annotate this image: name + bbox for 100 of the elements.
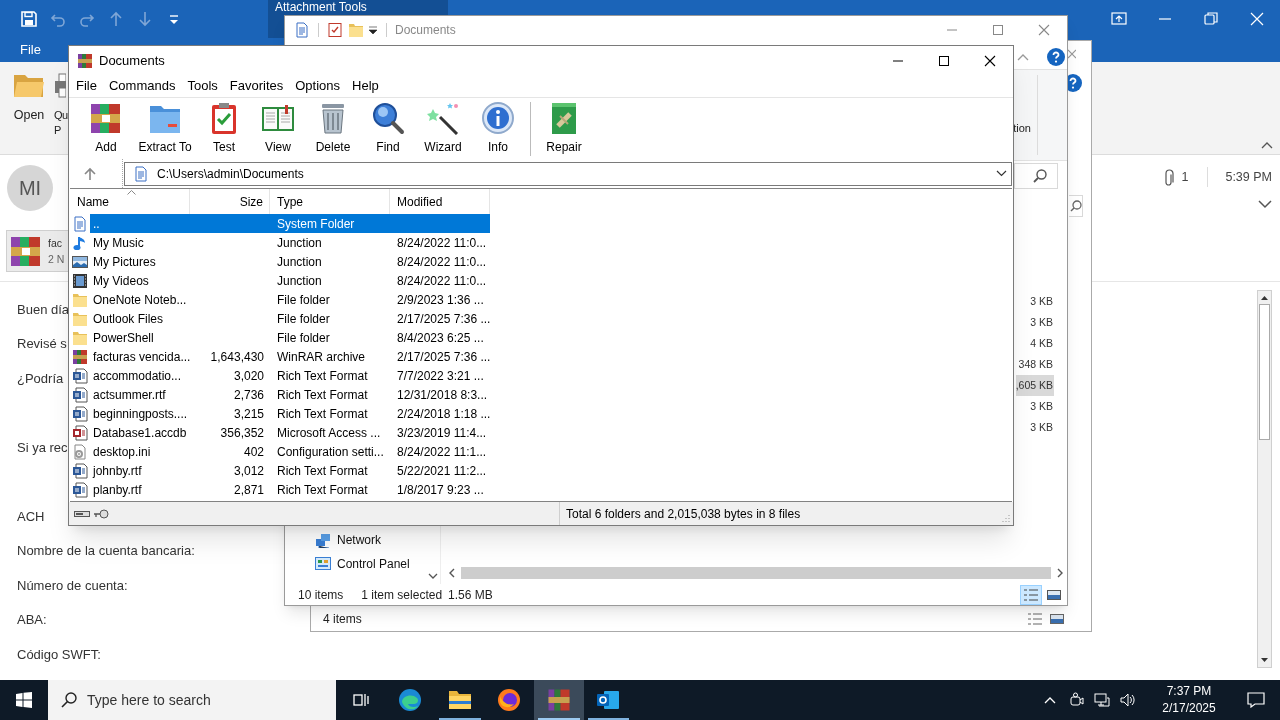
- toolbar-button[interactable]: Test: [198, 99, 250, 158]
- scrollbar[interactable]: [1257, 290, 1272, 668]
- toolbar-button[interactable]: Delete: [306, 99, 360, 158]
- network-icon[interactable]: [1094, 692, 1110, 708]
- file-size[interactable]: 3 KB: [1016, 396, 1054, 417]
- meet-icon[interactable]: [1070, 692, 1084, 708]
- preview-view-icon[interactable]: [1046, 587, 1062, 602]
- toolbar-button[interactable]: Add: [80, 99, 132, 158]
- file-type: WinRAR archive: [277, 349, 366, 364]
- menu-item[interactable]: Help: [352, 76, 379, 96]
- file-date: 8/24/2022 11:1...: [397, 444, 487, 459]
- resize-grip-icon[interactable]: [1002, 514, 1010, 522]
- collapse-ribbon-icon[interactable]: [1017, 52, 1029, 61]
- menu-item[interactable]: Tools: [187, 76, 218, 96]
- file-date: 7/7/2022 3:21 ...: [397, 368, 484, 383]
- file-size[interactable]: 4 KB: [1016, 333, 1054, 354]
- collapse-ribbon-icon[interactable]: [1261, 141, 1273, 149]
- printer-icon: [54, 72, 66, 98]
- address-field[interactable]: C:\Users\admin\Documents: [124, 161, 1012, 186]
- clipboard-check-icon[interactable]: [327, 22, 343, 38]
- file-type: Microsoft Access ...: [277, 425, 381, 440]
- file-date: 2/17/2025 7:36 ...: [397, 311, 491, 326]
- ribbon-button[interactable]: Qu P: [54, 72, 68, 138]
- info-icon: [481, 100, 515, 135]
- chevron-down-icon[interactable]: [1258, 200, 1272, 209]
- scrollbar-thumb[interactable]: [461, 567, 1051, 579]
- scrollbar-thumb[interactable]: [1259, 304, 1270, 440]
- file-size[interactable]: 3 KB: [1016, 312, 1054, 333]
- gear-document-icon: [72, 443, 88, 460]
- file-name: My Pictures: [93, 254, 156, 269]
- ribbon-button[interactable]: tion: [1013, 119, 1031, 137]
- file-date: 2/24/2018 1:18 ...: [397, 406, 491, 421]
- up-arrow-icon[interactable]: [84, 166, 96, 181]
- key-icon[interactable]: [93, 508, 109, 519]
- attachment-card[interactable]: fac 2 N: [6, 230, 68, 272]
- toolbar-button[interactable]: Info: [472, 99, 524, 158]
- file-row[interactable]: johnby.rtf 3,012 Rich Text Format 5/22/2021 11:2...: [90, 461, 490, 480]
- film-icon: [72, 272, 88, 289]
- nav-item[interactable]: Control Panel: [285, 552, 425, 576]
- clock[interactable]: 7:37 PM 2/17/2025: [1152, 683, 1226, 717]
- restore-icon[interactable]: [1203, 11, 1219, 27]
- file-row[interactable]: accommodatio... 3,020 Rich Text Format 7/7/2022 3:21 ...: [90, 366, 490, 385]
- file-name: accommodatio...: [93, 368, 182, 383]
- taskbar-app[interactable]: [534, 680, 584, 720]
- toolbar-button[interactable]: Extract To: [134, 99, 196, 158]
- help-icon[interactable]: [1047, 47, 1065, 66]
- search-icon: [1070, 200, 1082, 212]
- file-row[interactable]: actsummer.rtf 2,736 Rich Text Format 12/31/2018 8:3...: [90, 385, 490, 404]
- ribbon-tab[interactable]: File: [20, 40, 41, 60]
- search-field[interactable]: [1069, 195, 1083, 217]
- file-row[interactable]: Outlook Files File folder 2/17/2025 7:36 ...: [90, 309, 490, 328]
- caret-down-icon[interactable]: [368, 25, 378, 35]
- preview-view-icon[interactable]: [1049, 612, 1065, 626]
- volume-icon[interactable]: [1120, 692, 1136, 708]
- folder-icon: [72, 310, 88, 327]
- file-row[interactable]: planby.rtf 2,871 Rich Text Format 1/8/2017 9:23 ...: [90, 480, 490, 499]
- menu-item[interactable]: Favorites: [229, 76, 284, 96]
- file-date: 5/22/2021 11:2...: [397, 463, 487, 478]
- toolbar-button[interactable]: Repair: [537, 99, 591, 158]
- nav-item[interactable]: Network: [285, 528, 425, 552]
- ribbon-button[interactable]: Open: [12, 72, 46, 123]
- music-note-icon: [72, 234, 88, 251]
- menu-item[interactable]: Commands: [108, 76, 176, 96]
- search-field[interactable]: Type here to search: [48, 680, 336, 720]
- file-size[interactable]: 348 KB: [1016, 354, 1054, 375]
- file-date: 2/9/2023 1:36 ...: [397, 292, 484, 307]
- file-row[interactable]: beginningposts.... 3,215 Rich Text Format 2/24/2018 1:18 ...: [90, 404, 490, 423]
- notification-icon[interactable]: [1247, 692, 1265, 708]
- file-row[interactable]: Database1.accdb 356,352 Microsoft Access ... 3/23/2019 11:4...: [90, 423, 490, 442]
- scroll-down-icon[interactable]: [427, 573, 438, 580]
- restore-display-icon[interactable]: [1111, 11, 1127, 27]
- menu-item[interactable]: Options: [295, 76, 341, 96]
- file-row[interactable]: My Pictures Junction 8/24/2022 11:0...: [90, 252, 490, 271]
- close-icon[interactable]: [984, 54, 996, 67]
- file-row[interactable]: PowerShell File folder 8/4/2023 6:25 ...: [90, 328, 490, 347]
- file-size: 2,871: [233, 482, 264, 497]
- save-icon[interactable]: [21, 11, 37, 27]
- file-row[interactable]: desktop.ini 402 Configuration setti... 8/24/2022 11:1...: [90, 442, 490, 461]
- drive-icon[interactable]: [74, 509, 90, 518]
- file-size[interactable]: 3 KB: [1016, 417, 1054, 438]
- folder-icon: [447, 688, 472, 712]
- chevron-up-icon[interactable]: [1044, 696, 1056, 704]
- file-size[interactable]: ,605 KB: [1016, 375, 1054, 396]
- maximize-icon[interactable]: [938, 54, 950, 67]
- menu-item[interactable]: File: [76, 76, 97, 96]
- message-text: ACH: [17, 507, 45, 526]
- toolbar-button[interactable]: View: [252, 99, 304, 158]
- file-size[interactable]: 3 KB: [1016, 291, 1054, 312]
- file-row[interactable]: facturas vencida... 1,643,430 WinRAR archive 2/17/2025 7:36 ...: [90, 347, 490, 366]
- books-stack-icon: [72, 348, 88, 365]
- file-size: 402: [243, 444, 264, 459]
- toolbar-button[interactable]: Find: [362, 99, 414, 158]
- toolbar-button[interactable]: Wizard: [416, 99, 470, 158]
- file-row[interactable]: My Videos Junction 8/24/2022 11:0...: [90, 271, 490, 290]
- file-name: My Music: [93, 235, 144, 250]
- document-icon[interactable]: [294, 22, 310, 38]
- file-row[interactable]: My Music Junction 8/24/2022 11:0...: [90, 233, 490, 252]
- file-row[interactable]: .. System Folder: [90, 214, 490, 233]
- search-field[interactable]: [1014, 163, 1058, 189]
- file-row[interactable]: OneNote Noteb... File folder 2/9/2023 1:36 ...: [90, 290, 490, 309]
